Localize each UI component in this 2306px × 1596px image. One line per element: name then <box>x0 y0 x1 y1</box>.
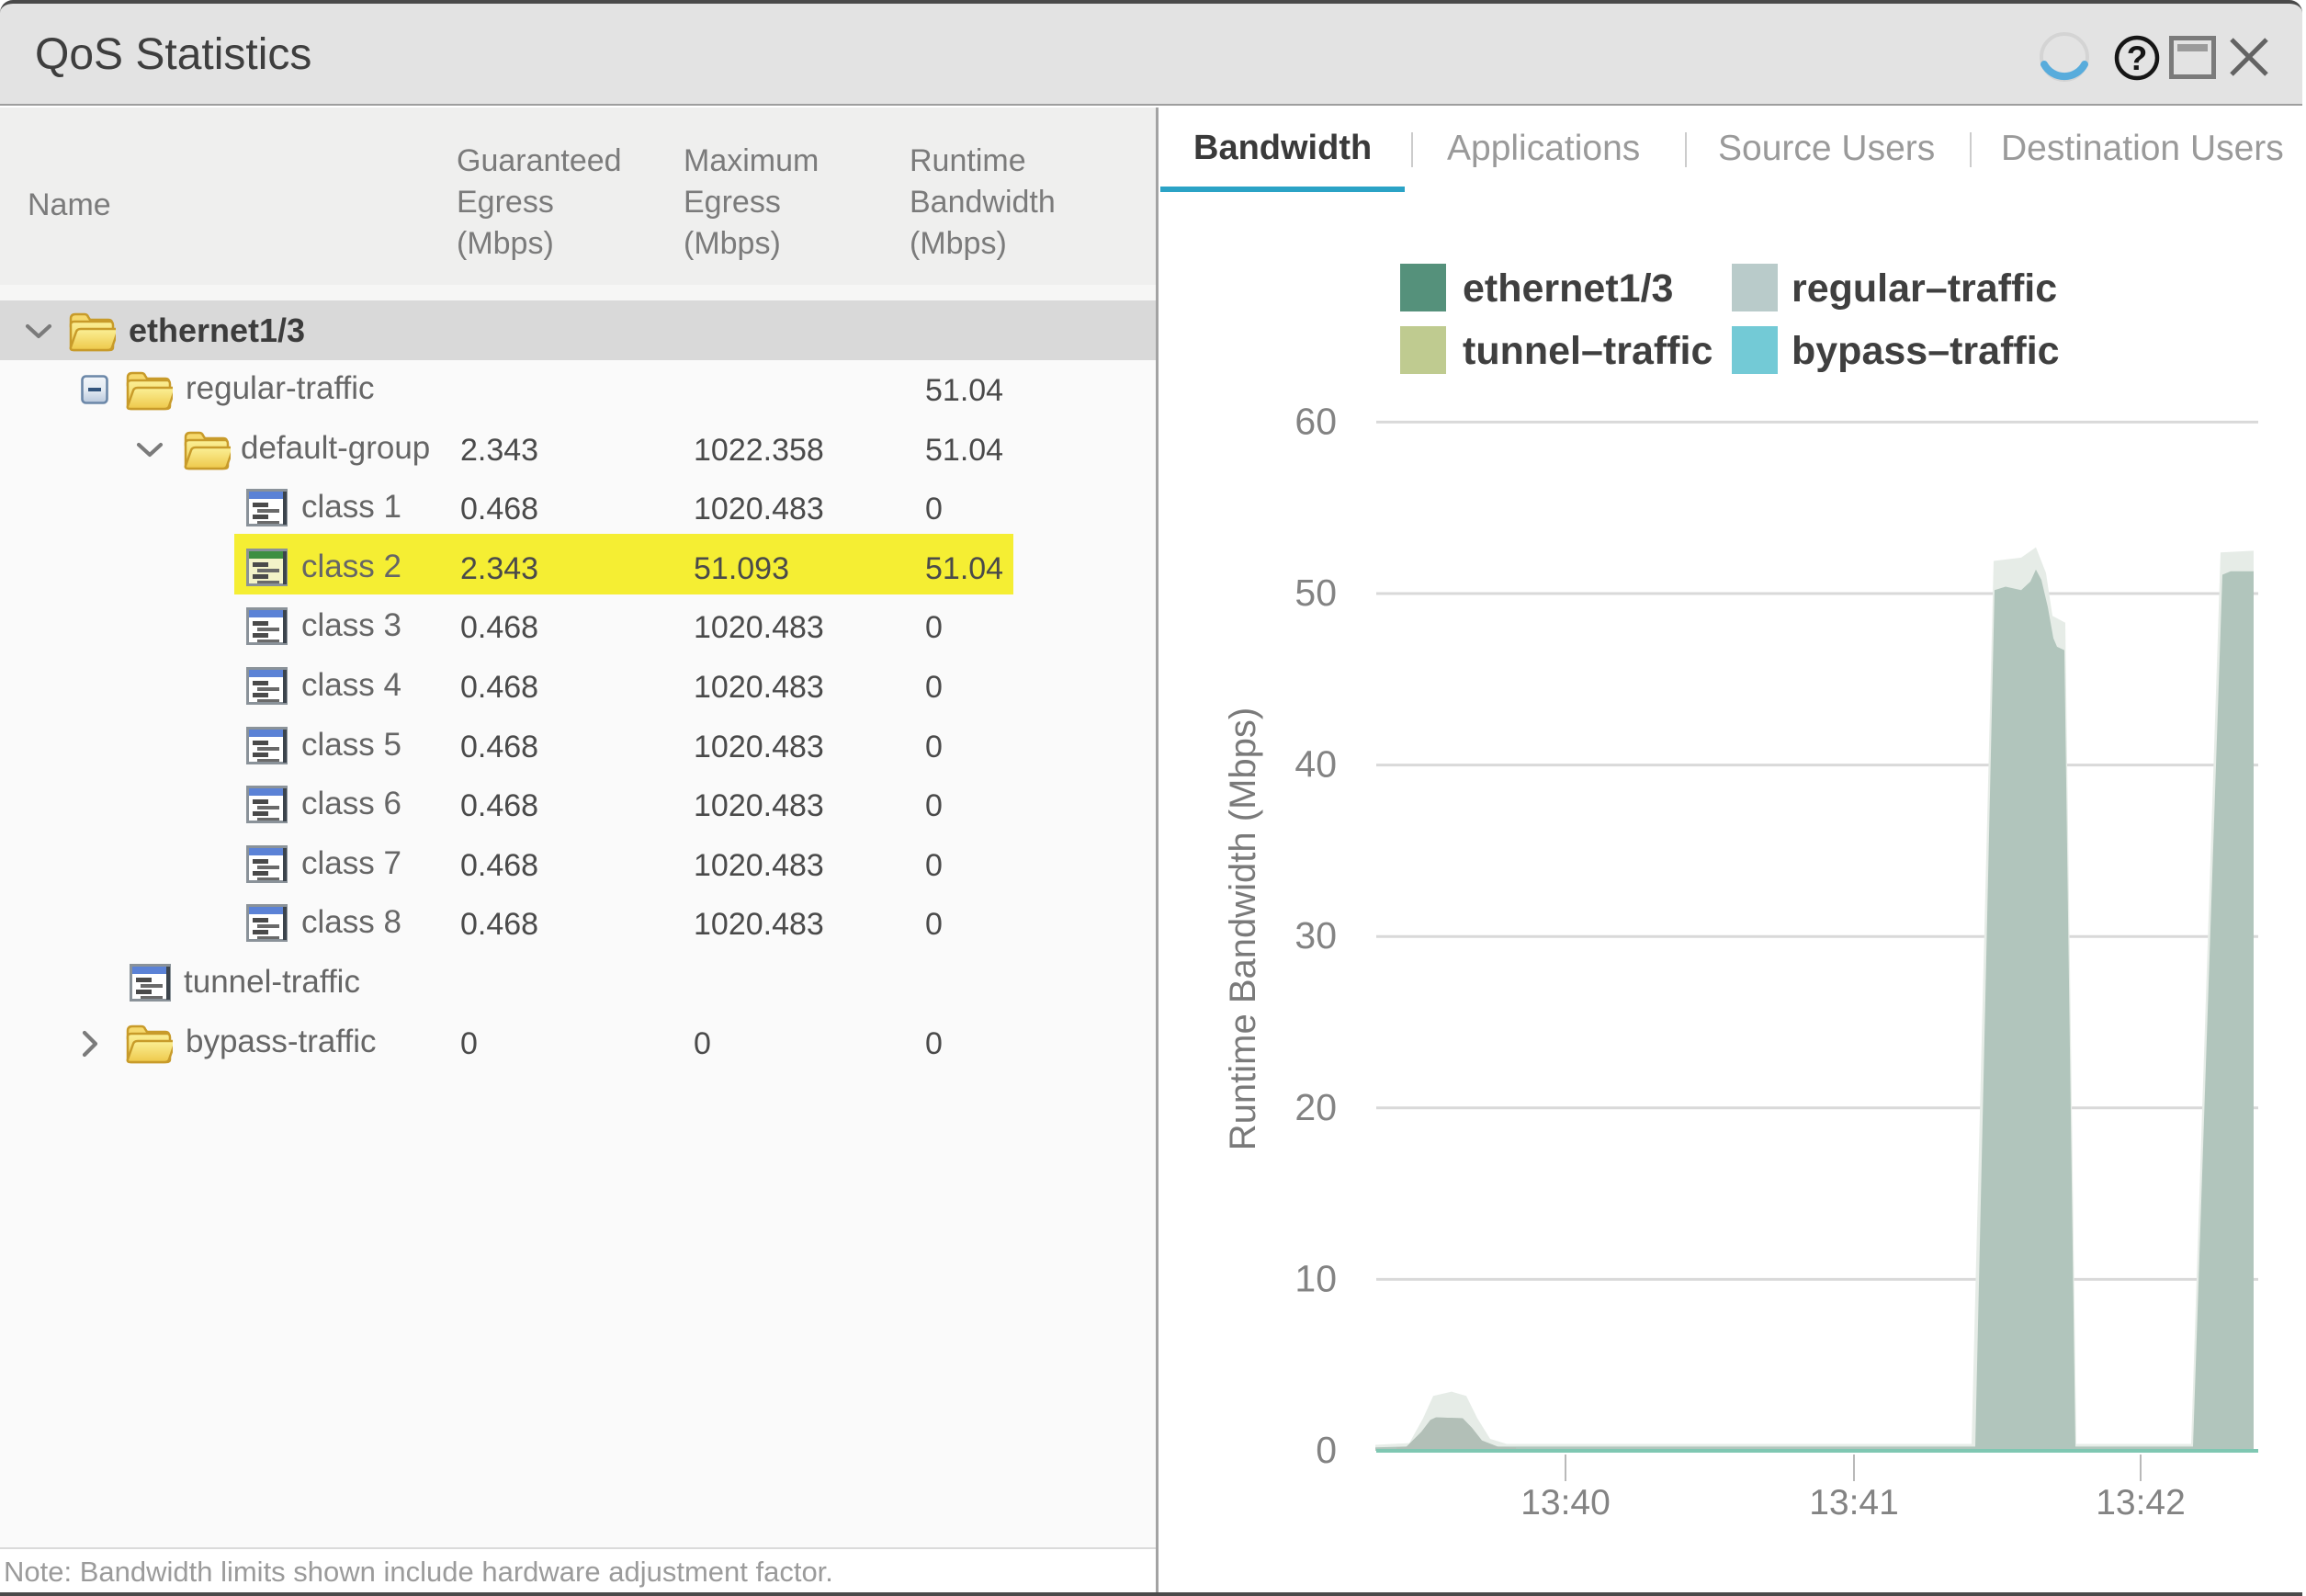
svg-text:13:40: 13:40 <box>1520 1483 1611 1522</box>
svg-text:?: ? <box>2127 40 2148 77</box>
svg-text:0: 0 <box>1316 1429 1337 1471</box>
svg-text:40: 40 <box>1294 743 1337 786</box>
svg-text:13:41: 13:41 <box>1809 1483 1899 1522</box>
svg-text:50: 50 <box>1294 572 1337 614</box>
svg-text:13:42: 13:42 <box>2096 1483 2186 1522</box>
svg-text:Runtime Bandwidth (Mbps): Runtime Bandwidth (Mbps) <box>1223 707 1263 1150</box>
svg-text:60: 60 <box>1294 400 1337 442</box>
svg-text:20: 20 <box>1294 1086 1337 1128</box>
svg-text:10: 10 <box>1294 1257 1337 1299</box>
svg-text:30: 30 <box>1294 914 1337 956</box>
